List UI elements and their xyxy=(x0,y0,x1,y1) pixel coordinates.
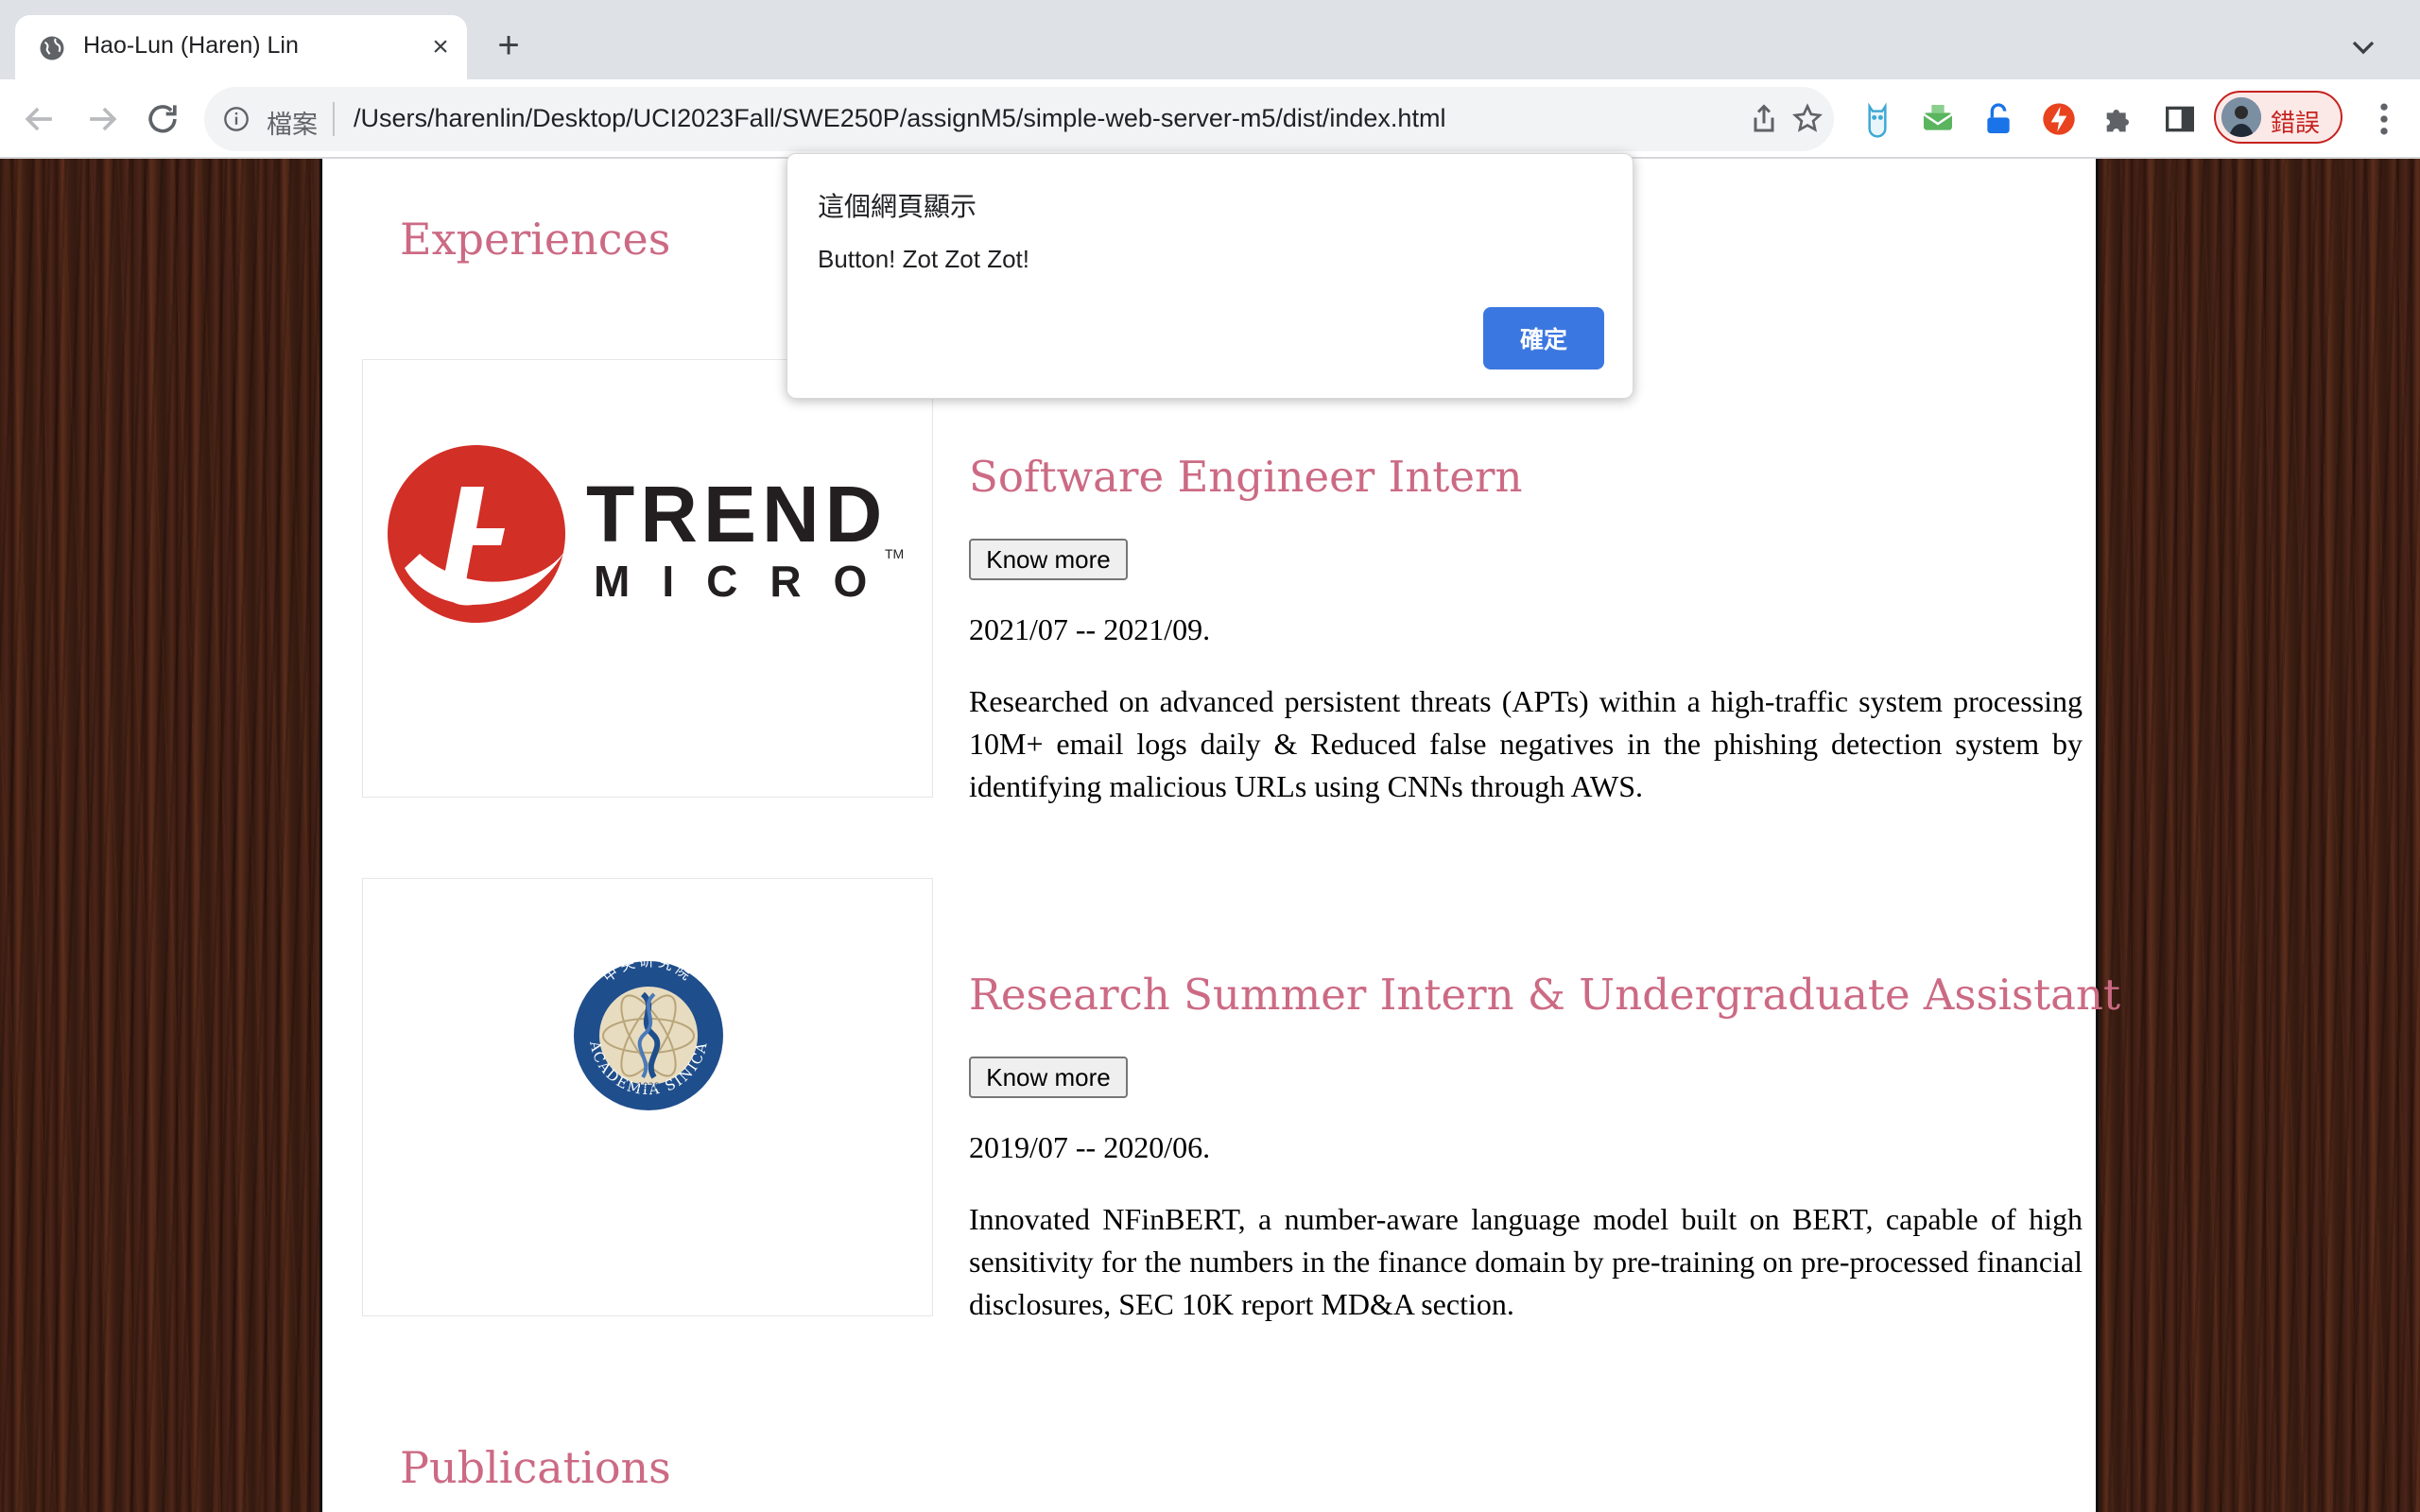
experience-description: Researched on advanced persistent threat… xyxy=(969,684,2083,803)
address-bar[interactable]: 檔案 /Users/harenlin/Desktop/UCI2023Fall/S… xyxy=(204,87,1834,151)
academia-sinica-seal: ACADEMIA SINICA 中央研究院 1928 xyxy=(574,953,723,1110)
url-text[interactable]: /Users/harenlin/Desktop/UCI2023Fall/SWE2… xyxy=(354,104,1445,133)
tab-strip: Hao-Lun (Haren) Lin × + xyxy=(0,0,2420,79)
experience-dates: 2021/07 -- 2021/09. xyxy=(969,612,1211,646)
experience-description: Innovated NFinBERT, a number-aware langu… xyxy=(969,1202,2083,1321)
publications-heading: Publications xyxy=(400,1442,671,1493)
owl-extension-icon[interactable] xyxy=(1858,100,1896,138)
chevron-down-icon[interactable] xyxy=(2344,28,2382,66)
experience-dates: 2019/07 -- 2020/06. xyxy=(969,1130,1211,1164)
trend-micro-logo: TREND MICRO TM xyxy=(388,445,904,623)
experiences-heading: Experiences xyxy=(400,214,671,265)
logo-trademark: TM xyxy=(885,546,904,561)
star-icon[interactable] xyxy=(1790,102,1824,136)
dialog-title: 這個網頁顯示 xyxy=(818,192,977,221)
experience-title: Research Summer Intern & Undergraduate A… xyxy=(969,970,2121,1020)
reload-icon[interactable] xyxy=(142,98,183,140)
lock-extension-icon[interactable] xyxy=(1979,100,2017,138)
kebab-menu-icon[interactable] xyxy=(2363,98,2405,140)
active-tab[interactable]: Hao-Lun (Haren) Lin × xyxy=(15,15,467,79)
dialog-message: Button! Zot Zot Zot! xyxy=(818,245,1029,273)
close-icon[interactable]: × xyxy=(424,30,458,64)
browser-toolbar: 檔案 /Users/harenlin/Desktop/UCI2023Fall/S… xyxy=(0,79,2420,159)
alert-dialog: 這個網頁顯示 Button! Zot Zot Zot! 確定 xyxy=(786,153,1634,399)
seal-year: 1928 xyxy=(638,1082,660,1091)
share-icon[interactable] xyxy=(1747,102,1781,136)
back-arrow-icon[interactable] xyxy=(19,98,60,140)
academia-sinica-logo-box: ACADEMIA SINICA 中央研究院 1928 xyxy=(362,878,933,1316)
profile-error-label: 錯誤 xyxy=(2271,109,2321,137)
ok-button[interactable]: 確定 xyxy=(1483,307,1604,369)
divider xyxy=(333,102,335,136)
avatar xyxy=(2221,97,2261,137)
know-more-button[interactable]: Know more xyxy=(969,539,1128,580)
scheme-label: 檔案 xyxy=(267,111,318,139)
globe-icon xyxy=(40,36,64,60)
puzzle-icon[interactable] xyxy=(2100,100,2138,138)
profile-button[interactable]: 錯誤 xyxy=(2214,91,2342,144)
mail-extension-icon[interactable] xyxy=(1919,100,1957,138)
know-more-button[interactable]: Know more xyxy=(969,1057,1128,1098)
trend-micro-logo-box: TREND MICRO TM xyxy=(362,359,933,798)
experience-title: Software Engineer Intern xyxy=(969,452,1523,502)
info-icon[interactable] xyxy=(223,106,250,132)
plus-icon[interactable]: + xyxy=(490,26,527,64)
tab-title: Hao-Lun (Haren) Lin xyxy=(83,32,299,59)
side-panel-icon[interactable] xyxy=(2161,100,2199,138)
forward-arrow-icon[interactable] xyxy=(81,98,123,140)
logo-text-trend: TREND xyxy=(586,470,888,558)
flash-extension-icon[interactable] xyxy=(2040,100,2078,138)
logo-text-micro: MICRO xyxy=(594,557,899,606)
